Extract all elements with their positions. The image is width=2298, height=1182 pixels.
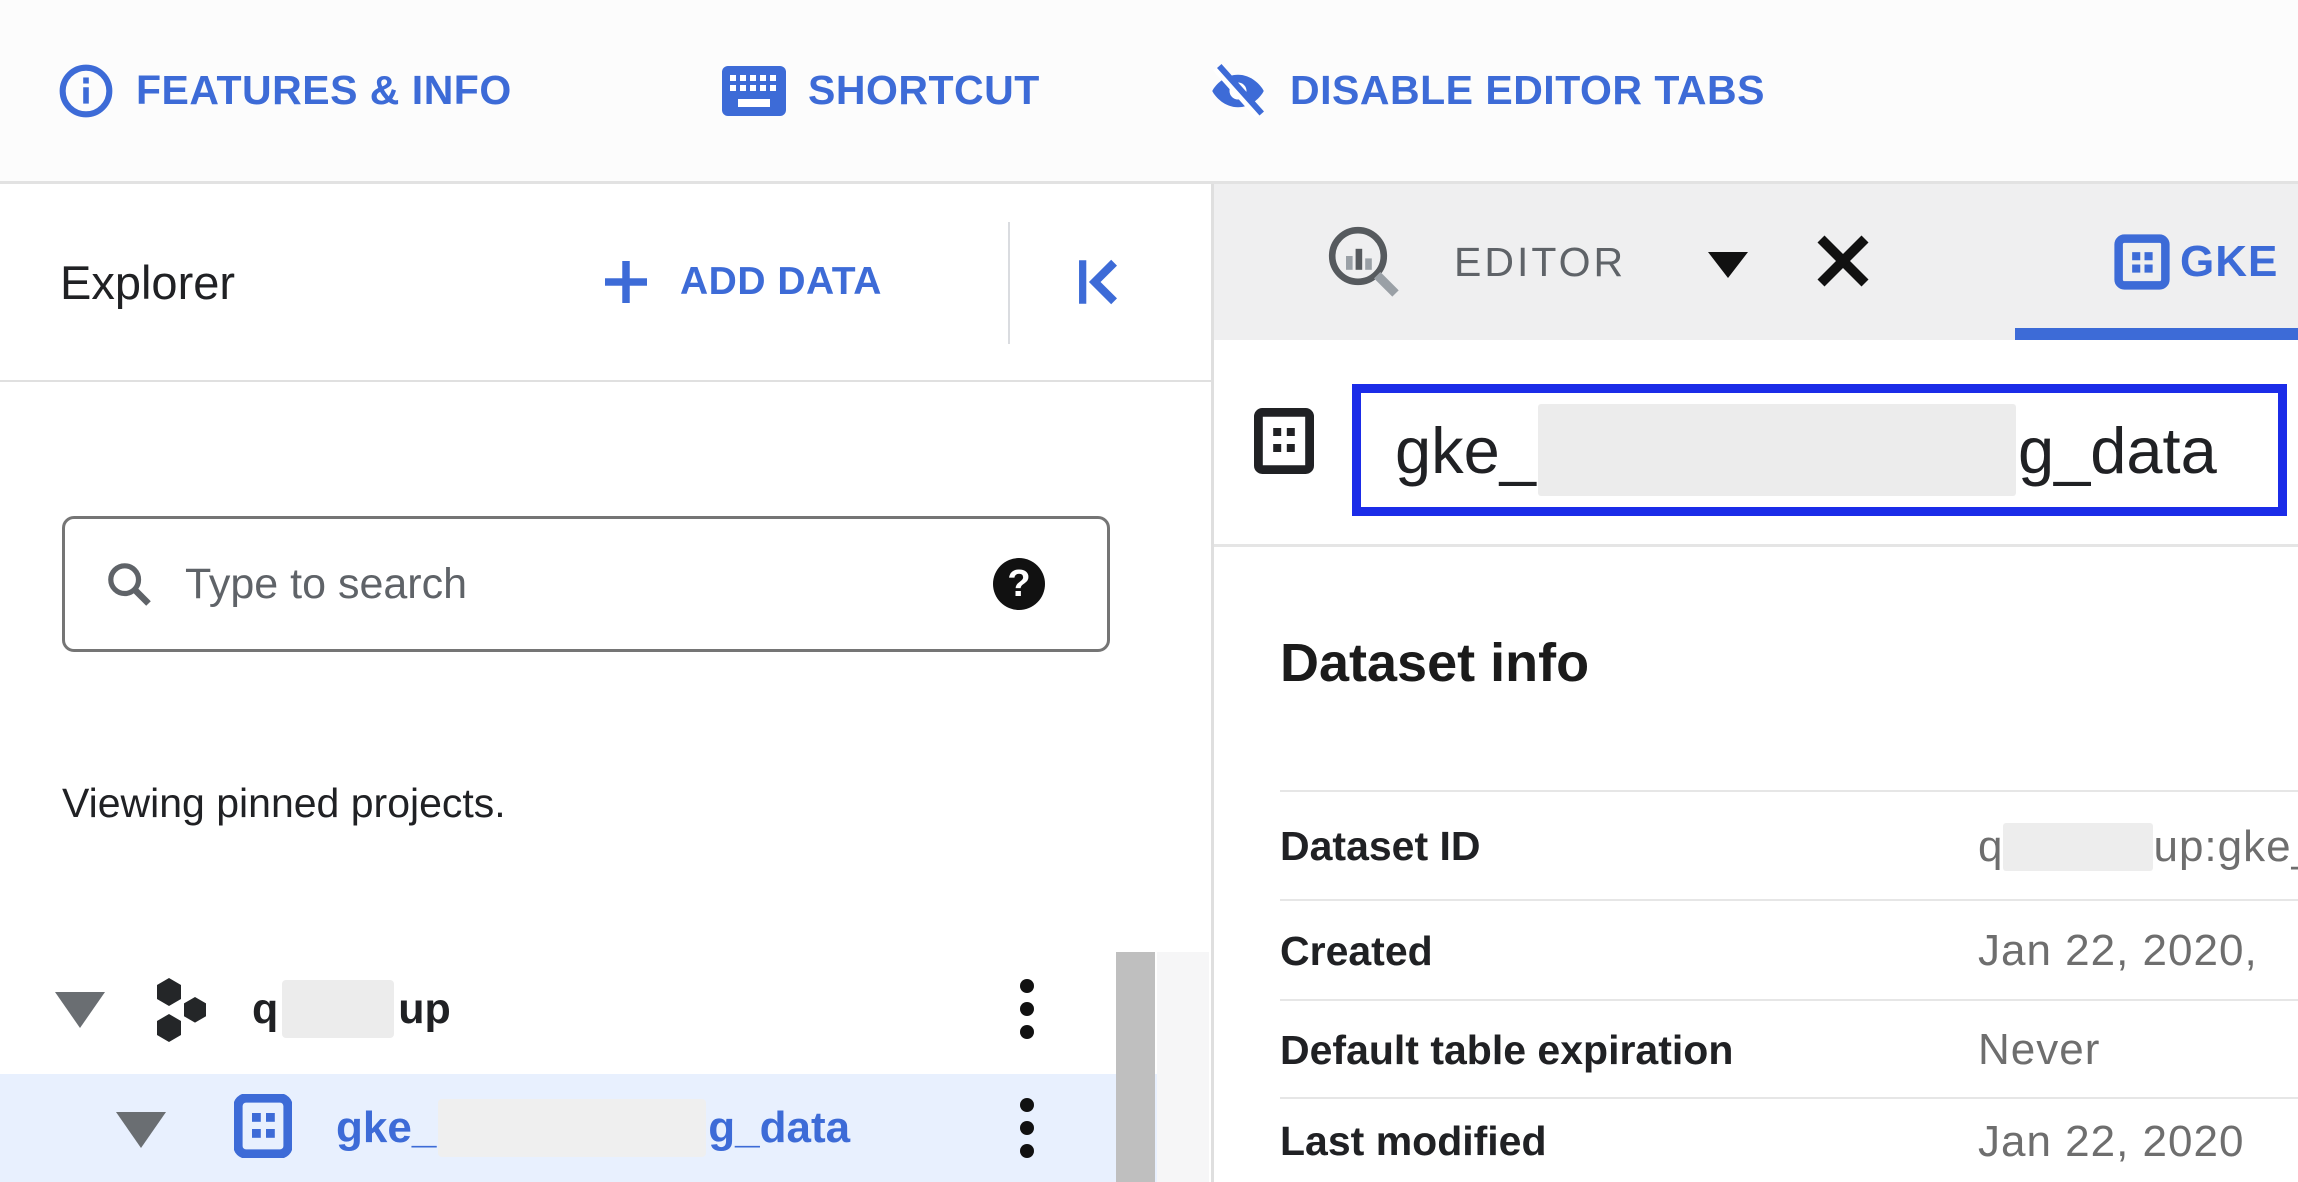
info-icon	[58, 63, 114, 119]
tab-editor[interactable]: EDITOR	[1454, 184, 1626, 340]
tab-gke-label: GKE	[2180, 237, 2278, 287]
dataset-name-suffix: g_data	[708, 1103, 850, 1153]
dataset-title-prefix: gke_	[1395, 413, 1536, 488]
info-value: Never	[1978, 1025, 2100, 1075]
help-icon[interactable]: ?	[993, 558, 1045, 610]
dataset-id-prefix: q	[1978, 822, 2003, 872]
editor-panel: EDITOR GKE gke_ g_data Da	[1214, 184, 2298, 1182]
pinned-projects-note: Viewing pinned projects.	[62, 780, 506, 827]
redaction-box	[1538, 404, 2016, 496]
disable-editor-tabs-label: DISABLE EDITOR TABS	[1290, 67, 1765, 114]
info-label: Default table expiration	[1280, 1027, 1733, 1074]
more-vert-icon[interactable]	[1020, 1098, 1034, 1158]
dataset-title-suffix: g_data	[2018, 413, 2217, 488]
dataset-name[interactable]: gke_ g_data	[336, 1074, 850, 1182]
project-name[interactable]: q up	[252, 956, 451, 1062]
query-editor-icon	[1322, 220, 1406, 304]
dataset-name-prefix: gke_	[336, 1103, 436, 1153]
table-icon	[2114, 234, 2170, 290]
features-info-button[interactable]: FEATURES & INFO	[58, 0, 512, 181]
keyboard-icon	[722, 66, 786, 116]
tree-row-dataset-selected[interactable]: gke_ g_data	[0, 1074, 1157, 1182]
redaction-box	[438, 1099, 706, 1157]
collapse-panel-icon	[1073, 253, 1131, 311]
disable-editor-tabs-button[interactable]: DISABLE EDITOR TABS	[1208, 0, 1765, 181]
collapse-panel-button[interactable]	[1070, 248, 1134, 316]
shortcut-button[interactable]: SHORTCUT	[722, 0, 1040, 181]
info-label: Created	[1280, 928, 1433, 975]
info-label: Dataset ID	[1280, 823, 1481, 870]
info-value: Jan 22, 2020	[1978, 1117, 2244, 1167]
eye-off-icon	[1208, 61, 1268, 121]
info-row-dataset-id: Dataset ID q up:gke_	[1280, 790, 2298, 901]
active-tab-indicator	[2015, 328, 2298, 340]
tab-gke-active[interactable]: GKE	[2114, 184, 2278, 340]
search-box[interactable]: ?	[62, 516, 1110, 652]
explorer-header: Explorer ADD DATA	[0, 184, 1211, 382]
header-divider	[1008, 222, 1010, 344]
redaction-box	[2003, 823, 2153, 871]
project-name-prefix: q	[252, 985, 278, 1034]
tree-row-project[interactable]: q up	[0, 956, 1157, 1062]
info-value: q up:gke_	[1978, 822, 2298, 872]
info-row-default-table-expiration: Default table expiration Never	[1280, 999, 2298, 1099]
info-value: Jan 22, 2020,	[1978, 926, 2258, 976]
info-row-last-modified: Last modified Jan 22, 2020	[1280, 1097, 2298, 1182]
table-icon	[1254, 408, 1314, 474]
explorer-title: Explorer	[60, 184, 235, 380]
scrollbar-track[interactable]	[1157, 952, 1209, 1182]
bigquery-console: FEATURES & INFO SHORTCUT DISABLE EDITOR …	[0, 0, 2298, 1182]
dataset-title-highlight-box: gke_ g_data	[1352, 384, 2287, 516]
search-input[interactable]	[183, 559, 993, 610]
search-icon	[103, 558, 155, 610]
redaction-box	[282, 980, 394, 1038]
explorer-panel: Explorer ADD DATA ? Viewing pinned proje…	[0, 184, 1214, 1182]
add-data-label: ADD DATA	[680, 260, 882, 304]
section-divider	[1214, 544, 2298, 547]
project-name-suffix: up	[398, 985, 451, 1034]
dataset-info-heading: Dataset info	[1280, 632, 1589, 694]
expander-down-icon[interactable]	[116, 1112, 166, 1148]
dataset-id-suffix: up:gke_	[2153, 822, 2298, 872]
features-info-label: FEATURES & INFO	[136, 67, 512, 114]
dataset-title: gke_ g_data	[1395, 404, 2217, 496]
info-row-created: Created Jan 22, 2020,	[1280, 899, 2298, 1001]
plus-icon	[598, 254, 654, 310]
scrollbar-thumb[interactable]	[1116, 952, 1155, 1182]
add-data-button[interactable]: ADD DATA	[598, 184, 882, 380]
editor-tab-bar: EDITOR GKE	[1214, 184, 2298, 340]
top-toolbar: FEATURES & INFO SHORTCUT DISABLE EDITOR …	[0, 0, 2298, 184]
project-hexagons-icon	[147, 974, 217, 1046]
more-vert-icon[interactable]	[1020, 979, 1034, 1039]
close-icon[interactable]	[1810, 228, 1876, 294]
info-label: Last modified	[1280, 1118, 1547, 1165]
expander-down-icon[interactable]	[55, 992, 105, 1028]
table-icon	[234, 1094, 292, 1158]
chevron-down-icon[interactable]	[1708, 252, 1748, 278]
shortcut-label: SHORTCUT	[808, 67, 1040, 114]
